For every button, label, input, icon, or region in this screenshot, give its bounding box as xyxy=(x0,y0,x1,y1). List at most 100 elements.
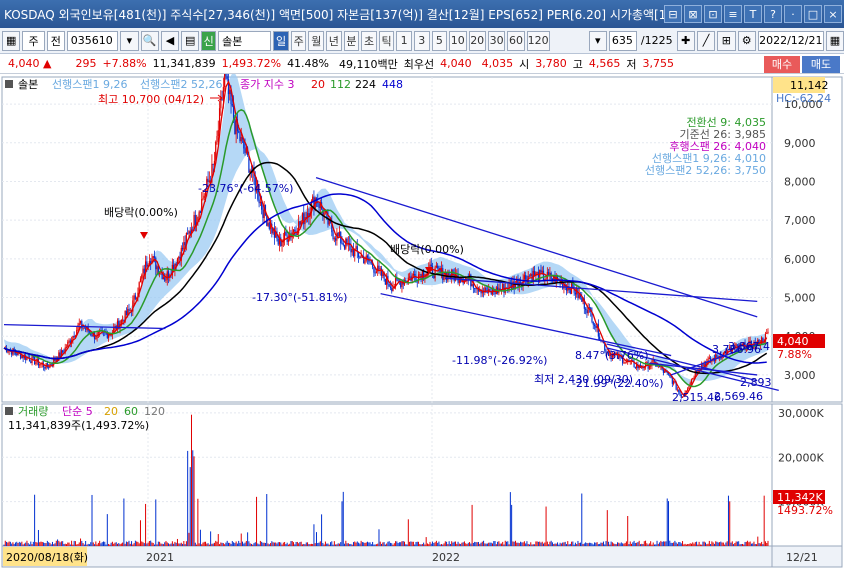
count-dropdown-icon[interactable]: ▾ xyxy=(588,30,607,51)
turnover-value: 41.48% xyxy=(287,57,330,70)
grid-icon[interactable]: ▦ xyxy=(2,30,21,51)
volume-bar xyxy=(627,516,629,546)
draw-line-icon[interactable]: ╱ xyxy=(696,30,716,51)
volume-pane-menu-icon[interactable] xyxy=(5,407,13,415)
volume-bar xyxy=(435,540,437,546)
volume-bar xyxy=(104,541,106,546)
volume-bar xyxy=(457,541,459,546)
help-button[interactable]: ? xyxy=(764,5,782,23)
candle-body xyxy=(586,310,588,314)
interval-1[interactable]: 1 xyxy=(396,30,412,51)
interval-120[interactable]: 120 xyxy=(526,30,550,51)
candle-body xyxy=(523,275,525,280)
volume-bar xyxy=(83,544,85,546)
interval-3[interactable]: 3 xyxy=(413,30,430,51)
candle-body xyxy=(688,386,690,389)
candle-body xyxy=(693,377,695,379)
window-control-1[interactable]: ⊟ xyxy=(664,5,682,23)
volume-value: 11,341,839 xyxy=(152,57,216,70)
volume-bar xyxy=(205,541,207,546)
volume-bar xyxy=(702,541,704,546)
candle-body xyxy=(702,364,704,366)
window-control-4[interactable]: ≡ xyxy=(724,5,742,23)
volume-bar xyxy=(419,544,421,546)
volume-bar xyxy=(685,544,687,546)
interval-20[interactable]: 20 xyxy=(468,30,486,51)
book-icon[interactable]: ▤ xyxy=(181,30,200,51)
volume-bar xyxy=(666,498,668,546)
volume-bar xyxy=(80,538,82,546)
dropdown-icon[interactable]: ▾ xyxy=(120,30,139,51)
open-value: 3,780 xyxy=(535,57,567,70)
window-control-5[interactable]: T xyxy=(744,5,762,23)
volume-bar xyxy=(761,541,763,546)
period-tick[interactable]: 틱 xyxy=(378,30,395,51)
stock-code-input[interactable]: 035610 xyxy=(66,30,119,51)
volume-bar xyxy=(475,542,477,546)
volume-bar xyxy=(242,541,244,546)
volume-bar xyxy=(188,532,190,546)
volume-bar xyxy=(560,543,562,546)
period-month[interactable]: 월 xyxy=(308,30,325,51)
volume-bar xyxy=(372,541,374,546)
period-year[interactable]: 년 xyxy=(326,30,342,51)
type-select[interactable]: 주 xyxy=(22,30,45,51)
layout-icon[interactable]: ⊞ xyxy=(717,30,736,51)
price-tick-label: 3,000 xyxy=(784,369,816,382)
candle-body xyxy=(437,265,439,268)
volume-bar xyxy=(521,542,523,546)
interval-10[interactable]: 10 xyxy=(449,30,467,51)
candle-body xyxy=(183,242,185,250)
interval-5[interactable]: 5 xyxy=(431,30,448,51)
volume-bar xyxy=(182,543,184,546)
window-control-2[interactable]: ⊠ xyxy=(684,5,702,23)
maximize-button[interactable]: □ xyxy=(804,5,822,23)
volume-bar xyxy=(502,541,504,546)
volume-bar xyxy=(679,542,681,546)
candle-body xyxy=(129,310,131,312)
minimize-button[interactable]: · xyxy=(784,5,802,23)
buy-button[interactable]: 매수 xyxy=(764,56,800,73)
calendar-icon[interactable]: ▦ xyxy=(825,30,844,51)
candle-body xyxy=(16,353,18,356)
count-input[interactable]: 635 xyxy=(608,30,637,51)
close-button[interactable]: × xyxy=(824,5,842,23)
period-day[interactable]: 일 xyxy=(273,30,289,51)
volume-bar xyxy=(657,543,659,546)
volume-bar xyxy=(628,544,630,546)
interval-30[interactable]: 30 xyxy=(487,30,506,51)
volume-bar xyxy=(110,542,112,546)
interval-60[interactable]: 60 xyxy=(507,30,525,51)
period-week[interactable]: 주 xyxy=(290,30,307,51)
sound-icon[interactable]: ◀ xyxy=(160,30,180,51)
prefix-label[interactable]: 전 xyxy=(46,30,65,51)
legend-vol120: 120 xyxy=(144,405,165,418)
period-minute[interactable]: 분 xyxy=(343,30,360,51)
candle-body xyxy=(85,328,87,330)
stock-name-field[interactable]: 솔본 xyxy=(218,30,272,51)
volume-bar xyxy=(243,543,245,546)
date-input[interactable]: 2022/12/21 xyxy=(757,30,824,51)
price-tick-label: 9,000 xyxy=(784,137,816,150)
low-value: 3,755 xyxy=(642,57,675,70)
candle-body xyxy=(32,356,34,358)
volume-bar xyxy=(577,540,579,546)
volume-bar xyxy=(715,541,717,546)
volume-bar xyxy=(185,541,187,546)
candle-body xyxy=(623,362,625,364)
volume-bar xyxy=(9,541,11,546)
candle-body xyxy=(549,272,551,275)
volume-bar xyxy=(210,531,212,546)
volume-bar xyxy=(767,540,769,546)
search-icon[interactable]: 🔍 xyxy=(140,30,159,51)
volume-bar xyxy=(559,542,561,546)
volume-bar xyxy=(60,541,62,546)
pane-menu-icon[interactable] xyxy=(5,80,13,88)
stock-chart[interactable]: 10,0009,0008,0007,0006,0005,0004,0003,00… xyxy=(0,74,844,569)
sell-button[interactable]: 매도 xyxy=(802,56,840,73)
period-second[interactable]: 초 xyxy=(361,30,377,51)
window-control-3[interactable]: ⊡ xyxy=(704,5,722,23)
settings-icon[interactable]: ⚙ xyxy=(737,30,756,51)
crosshair-icon[interactable]: ✚ xyxy=(676,30,695,51)
volume-bar xyxy=(396,541,398,546)
